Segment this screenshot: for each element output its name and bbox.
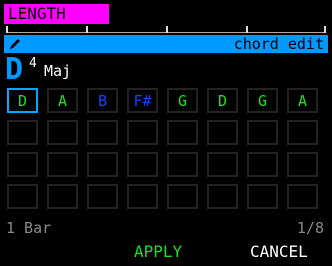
grid-cell[interactable] — [247, 120, 278, 145]
ruler-tick — [86, 26, 88, 33]
chord-cell-label: G — [257, 92, 268, 110]
grid-cell[interactable] — [207, 152, 238, 177]
grid-cell[interactable] — [7, 152, 38, 177]
ruler-tick — [324, 26, 326, 33]
mode-bar: chord edit — [4, 35, 328, 53]
grid-cell[interactable] — [207, 120, 238, 145]
page-title: LENGTH — [8, 4, 66, 23]
chord-cell-label: G — [177, 92, 188, 110]
chord-cell-label: F# — [133, 92, 152, 110]
grid-cell[interactable]: A — [47, 88, 78, 113]
grid-cell[interactable]: D — [207, 88, 238, 113]
chord-cell-label: D — [217, 92, 228, 110]
grid-cell[interactable] — [167, 152, 198, 177]
grid-cell[interactable] — [87, 152, 118, 177]
grid-cell[interactable] — [247, 152, 278, 177]
chord-root: D — [5, 52, 24, 87]
grid-cell[interactable] — [287, 152, 318, 177]
grid-cell[interactable] — [127, 152, 158, 177]
chord-octave: 4 — [29, 56, 37, 71]
chord-cell-label: B — [97, 92, 108, 110]
grid-cell[interactable]: G — [247, 88, 278, 113]
grid-cell[interactable] — [47, 184, 78, 209]
grid-cell[interactable]: F# — [127, 88, 158, 113]
grid-cell[interactable]: G — [167, 88, 198, 113]
grid-cell[interactable] — [287, 120, 318, 145]
grid-cell[interactable] — [247, 184, 278, 209]
cancel-button[interactable]: CANCEL — [250, 242, 308, 262]
grid-cell[interactable] — [207, 184, 238, 209]
grid-cell[interactable] — [7, 120, 38, 145]
ruler-tick — [246, 26, 248, 33]
ruler-tick — [6, 26, 8, 33]
grid-cell[interactable]: A — [287, 88, 318, 113]
mode-label: chord edit — [233, 35, 324, 53]
grid-cell[interactable]: B — [87, 88, 118, 113]
chord-quality: Maj — [44, 62, 72, 80]
grid-cell[interactable] — [127, 184, 158, 209]
title-bar: LENGTH — [4, 4, 109, 24]
length-ruler — [6, 26, 326, 33]
chord-cell-label: A — [297, 92, 308, 110]
pencil-icon — [10, 39, 20, 49]
grid-cell[interactable] — [47, 120, 78, 145]
grid-cell[interactable] — [167, 120, 198, 145]
chord-cell-label: A — [57, 92, 68, 110]
grid-cell[interactable] — [47, 152, 78, 177]
grid-cell[interactable] — [7, 184, 38, 209]
page-indicator: 1/8 — [296, 219, 324, 237]
ruler-tick — [166, 26, 168, 33]
apply-button[interactable]: APPLY — [134, 242, 182, 262]
chord-cell-label: D — [17, 92, 28, 110]
grid-cell[interactable] — [87, 120, 118, 145]
grid-cell[interactable] — [167, 184, 198, 209]
grid-cell[interactable]: D — [7, 88, 38, 113]
grid-cell[interactable] — [287, 184, 318, 209]
grid-cell[interactable] — [127, 120, 158, 145]
bar-count: 1 Bar — [6, 219, 52, 237]
grid-cell[interactable] — [87, 184, 118, 209]
